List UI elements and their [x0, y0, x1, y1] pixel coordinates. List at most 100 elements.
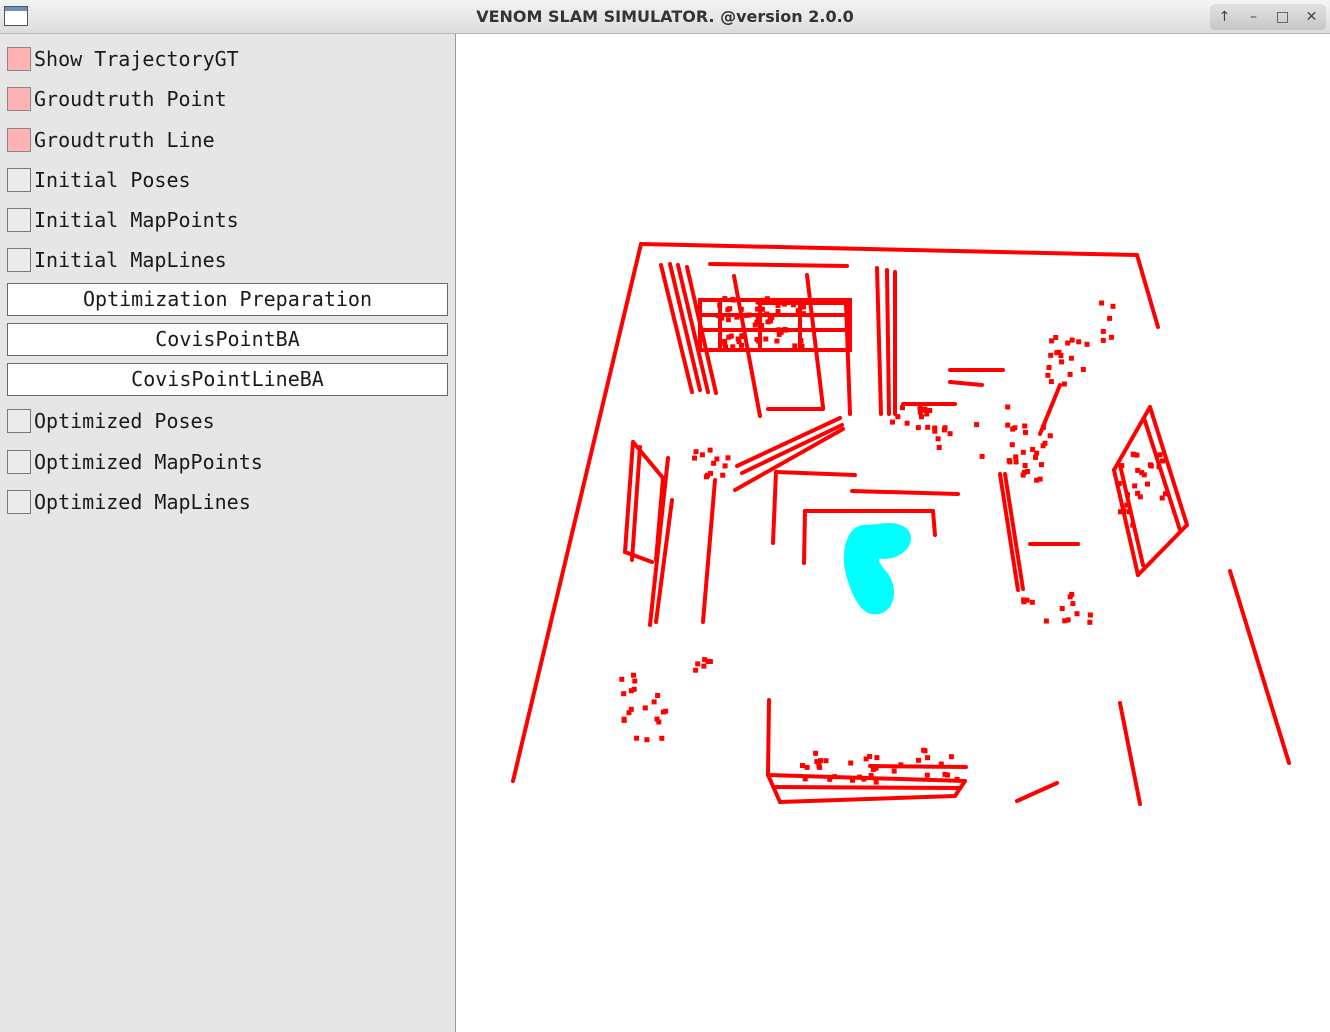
covis-point-line-ba-button[interactable]: CovisPointLineBA: [7, 363, 448, 396]
map-point: [1148, 463, 1154, 469]
map-point: [1160, 458, 1165, 464]
map-point: [874, 755, 880, 761]
toggle-initial-maplines[interactable]: Initial MapLines: [7, 247, 227, 273]
map-point: [1054, 350, 1060, 356]
checkbox[interactable]: [7, 409, 31, 433]
map-point: [932, 425, 938, 431]
map-point: [692, 455, 697, 461]
toggle-initial-mappoints[interactable]: Initial MapPoints: [7, 207, 239, 233]
map-point: [947, 431, 953, 437]
minimize-icon[interactable]: –: [1243, 9, 1265, 25]
checkbox[interactable]: [7, 128, 31, 152]
map-point: [1080, 367, 1086, 372]
covis-point-ba-button[interactable]: CovisPointBA: [7, 323, 448, 356]
map-point: [722, 296, 728, 302]
toggle-optimized-poses[interactable]: Optimized Poses: [7, 408, 215, 434]
map-point: [730, 296, 736, 302]
map-point: [873, 779, 879, 785]
map-point: [1163, 491, 1168, 497]
map-point: [720, 472, 726, 478]
checkbox[interactable]: [7, 168, 31, 192]
map-point: [739, 342, 744, 348]
map-point: [832, 774, 838, 780]
map-point: [813, 750, 819, 756]
toggle-groundtruth-point[interactable]: Groudtruth Point: [7, 86, 227, 112]
map-point: [1132, 483, 1138, 489]
map-point: [1116, 481, 1122, 487]
map-point: [1029, 599, 1035, 605]
map-point: [801, 304, 806, 310]
toggle-label: Initial MapLines: [34, 248, 227, 272]
toggle-groundtruth-line[interactable]: Groudtruth Line: [7, 127, 215, 153]
toggle-show-trajectory-gt[interactable]: Show TrajectoryGT: [7, 46, 239, 72]
map-point: [1130, 522, 1136, 528]
checkbox[interactable]: [7, 248, 31, 272]
map-point: [707, 659, 713, 664]
toggle-initial-poses[interactable]: Initial Poses: [7, 167, 191, 193]
map-point: [1108, 334, 1114, 340]
maximize-icon[interactable]: □: [1272, 9, 1294, 25]
map-point: [738, 306, 744, 312]
map-point: [642, 705, 648, 711]
map-point: [898, 762, 904, 768]
map-point: [800, 763, 805, 768]
map-point: [1067, 371, 1073, 377]
map-point: [1125, 492, 1130, 498]
map-point: [1107, 315, 1113, 321]
map-point: [792, 343, 798, 349]
map-point: [1020, 449, 1026, 455]
map-point: [730, 344, 736, 350]
map-point: [790, 302, 796, 308]
map-point: [775, 309, 781, 314]
checkbox[interactable]: [7, 208, 31, 232]
map-point: [1049, 338, 1055, 344]
map-point: [1048, 352, 1054, 358]
toggle-label: Optimized MapLines: [34, 490, 251, 514]
map-point: [1040, 443, 1046, 449]
optimization-preparation-button[interactable]: Optimization Preparation: [7, 283, 448, 316]
map-point: [1100, 328, 1106, 334]
map-point: [663, 708, 669, 714]
map-point: [922, 748, 928, 754]
3d-viewport[interactable]: [456, 34, 1330, 1032]
map-point: [827, 776, 833, 782]
map-point: [778, 329, 784, 335]
close-icon[interactable]: ✕: [1301, 9, 1323, 25]
map-point: [632, 678, 638, 684]
map-point: [935, 436, 941, 442]
checkbox[interactable]: [7, 490, 31, 514]
map-point: [1046, 365, 1052, 370]
map-point: [1070, 601, 1076, 607]
map-point: [655, 693, 661, 698]
map-point: [707, 447, 713, 453]
checkbox[interactable]: [7, 47, 31, 71]
map-point: [1124, 502, 1130, 508]
map-point: [936, 445, 942, 450]
toggle-optimized-maplines[interactable]: Optimized MapLines: [7, 489, 251, 515]
up-arrow-icon[interactable]: ↑: [1214, 9, 1236, 25]
map-point: [1159, 495, 1165, 501]
map-point: [1141, 472, 1147, 478]
map-point: [801, 311, 806, 317]
map-point: [954, 776, 960, 782]
map-point: [1020, 472, 1026, 478]
window-title: VENOM SLAM SIMULATOR. @version 2.0.0: [476, 7, 854, 26]
map-point: [891, 768, 897, 774]
map-point: [1048, 379, 1054, 385]
map-point: [727, 306, 733, 312]
map-point: [979, 453, 985, 459]
checkbox[interactable]: [7, 87, 31, 111]
map-point: [735, 336, 741, 342]
map-point: [1119, 463, 1125, 469]
toggle-optimized-mappoints[interactable]: Optimized MapPoints: [7, 449, 263, 475]
map-point: [722, 463, 728, 469]
map-point: [802, 776, 808, 782]
map-point: [619, 676, 625, 682]
map-point: [631, 672, 636, 678]
map-point: [714, 456, 720, 462]
map-point: [904, 420, 910, 426]
map-point: [1065, 340, 1071, 346]
checkbox[interactable]: [7, 450, 31, 474]
map-point: [1047, 433, 1053, 439]
map-point: [744, 312, 750, 318]
